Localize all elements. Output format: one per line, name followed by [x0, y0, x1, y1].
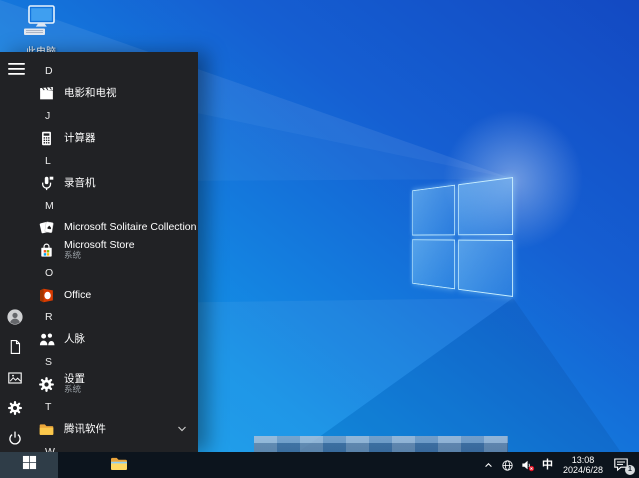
network-globe-icon[interactable]	[501, 459, 514, 472]
people-icon	[38, 331, 55, 348]
section-letter: L	[45, 154, 51, 167]
windows-logo-pane	[412, 238, 455, 290]
calculator-icon	[38, 130, 55, 147]
file-explorer-icon	[110, 455, 128, 476]
movies-tv-icon	[38, 85, 55, 102]
app-label: Microsoft Solitaire Collection	[64, 221, 197, 234]
start-menu-app-list: D 电影和电视 J 计算器 L 录音机 M Microsoft Solitaire Colle…	[0, 52, 198, 452]
start-app-solitaire[interactable]: Microsoft Solitaire Collection	[0, 217, 198, 239]
app-label: 计算器	[64, 131, 96, 144]
blurred-watermark-mosaic	[254, 436, 508, 452]
this-pc-desktop-icon[interactable]: 此电脑	[16, 5, 66, 58]
app-label: 电影和电视	[64, 87, 117, 100]
app-section-r[interactable]: R	[0, 306, 198, 328]
windows-start-icon	[22, 455, 37, 475]
section-letter: O	[45, 266, 54, 279]
clock-date: 2024/6/28	[562, 465, 603, 475]
section-letter: T	[45, 401, 52, 414]
start-app-tencent[interactable]: 腾讯软件	[0, 418, 198, 440]
start-app-office[interactable]: Office	[0, 284, 198, 306]
windows-logo-pane	[457, 239, 513, 297]
this-pc-icon	[22, 5, 60, 37]
start-app-people[interactable]: 人脉	[0, 329, 198, 351]
voice-recorder-icon	[38, 175, 55, 192]
section-letter: M	[45, 199, 54, 212]
app-sublabel: 系统	[64, 250, 82, 261]
app-section-l[interactable]: L	[0, 150, 198, 172]
documents-icon[interactable]	[7, 339, 23, 355]
app-section-w[interactable]: W	[0, 441, 198, 452]
pictures-icon[interactable]	[7, 370, 23, 386]
clock-time: 13:08	[571, 455, 595, 465]
windows-logo-wallpaper	[412, 177, 513, 297]
app-label: 录音机	[64, 176, 96, 189]
file-explorer-taskbar-button[interactable]	[102, 452, 136, 478]
folder-icon	[38, 421, 55, 438]
notification-badge: 1	[625, 465, 635, 475]
power-icon[interactable]	[7, 430, 23, 446]
tray-chevron-up-icon[interactable]	[483, 460, 494, 470]
start-app-settings[interactable]: 设置 系统	[0, 373, 198, 395]
office-icon	[38, 287, 55, 304]
solitaire-icon	[38, 219, 55, 236]
app-section-s[interactable]: S	[0, 351, 198, 373]
volume-muted-icon[interactable]	[521, 459, 535, 472]
section-letter: R	[45, 311, 53, 324]
app-label: 腾讯软件	[64, 422, 106, 435]
system-tray: 中 13:08 2024/6/28 1	[483, 452, 639, 478]
start-menu: D 电影和电视 J 计算器 L 录音机 M Microsoft Solitaire Colle…	[0, 52, 198, 452]
app-label: 人脉	[64, 333, 85, 346]
section-letter: D	[45, 65, 53, 78]
chevron-down-icon[interactable]	[176, 423, 188, 435]
settings-gear-icon	[38, 376, 55, 393]
settings-gear-icon[interactable]	[7, 400, 23, 416]
app-label: Office	[64, 288, 92, 301]
app-sublabel: 系统	[64, 384, 82, 395]
windows-logo-pane	[412, 184, 455, 236]
user-avatar-icon[interactable]	[7, 309, 23, 325]
app-section-t[interactable]: T	[0, 396, 198, 418]
start-app-voice-recorder[interactable]: 录音机	[0, 172, 198, 194]
ime-chinese-indicator[interactable]: 中	[542, 452, 553, 478]
windows-logo-pane	[457, 177, 513, 235]
start-app-movies-tv[interactable]: 电影和电视	[0, 82, 198, 104]
taskbar-clock[interactable]: 13:08 2024/6/28	[560, 455, 606, 475]
store-icon	[38, 242, 55, 259]
action-center-button[interactable]: 1	[613, 455, 635, 475]
start-button[interactable]	[0, 452, 58, 478]
start-app-store[interactable]: Microsoft Store 系统	[0, 239, 198, 261]
app-section-o[interactable]: O	[0, 262, 198, 284]
app-section-d[interactable]: D	[0, 60, 198, 82]
app-section-j[interactable]: J	[0, 105, 198, 127]
section-letter: S	[45, 356, 53, 369]
app-section-m[interactable]: M	[0, 194, 198, 216]
taskbar: 中 13:08 2024/6/28 1	[0, 452, 639, 478]
start-app-calculator[interactable]: 计算器	[0, 127, 198, 149]
section-letter: J	[45, 109, 51, 122]
desktop-screen: 此电脑 D 电影和电视 J 计算器 L 录音机 M Microsoft Solitaire C…	[0, 0, 639, 478]
